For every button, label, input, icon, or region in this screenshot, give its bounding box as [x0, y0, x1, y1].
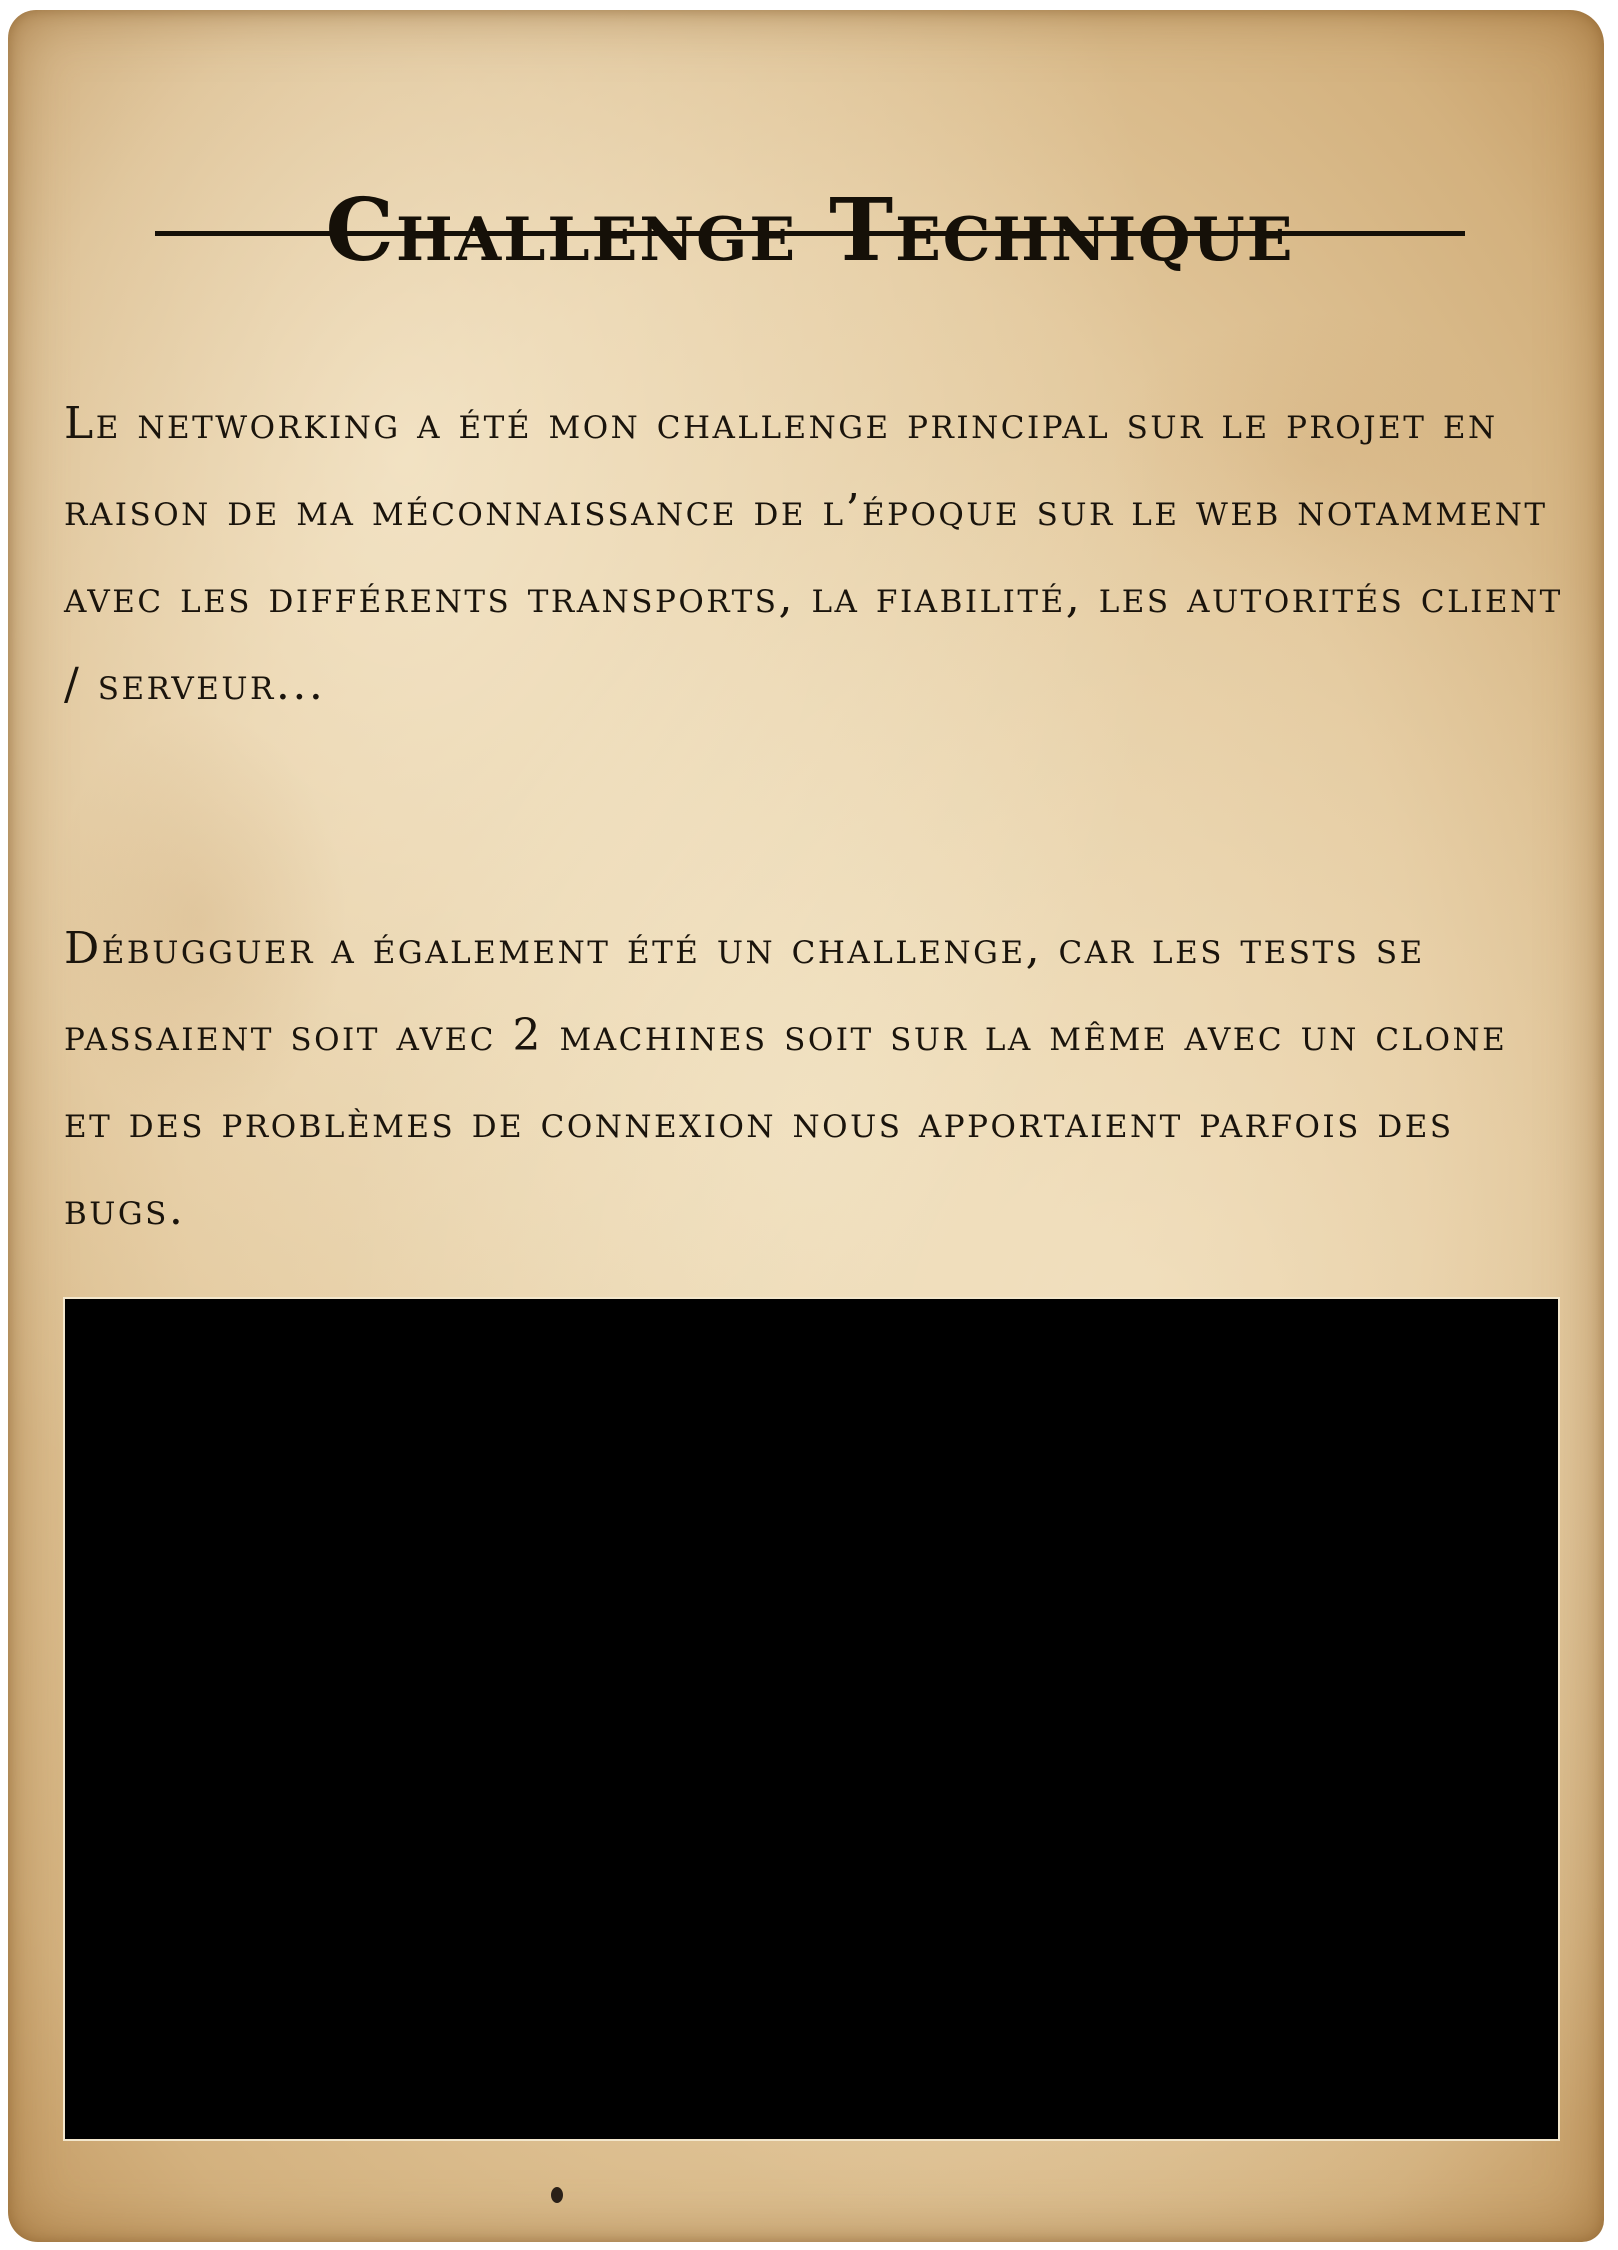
- page: Challenge Technique Le networking a été …: [0, 0, 1618, 2250]
- paragraph-networking: Le networking a été mon challenge princi…: [64, 398, 1563, 710]
- title-underline: [155, 231, 1465, 236]
- header: Challenge Technique: [155, 120, 1465, 281]
- media-frame[interactable]: [63, 1297, 1560, 2141]
- paragraph-debugging: Débugguer a également été un challenge, …: [64, 923, 1508, 1235]
- pin-dot-icon: [551, 2187, 563, 2203]
